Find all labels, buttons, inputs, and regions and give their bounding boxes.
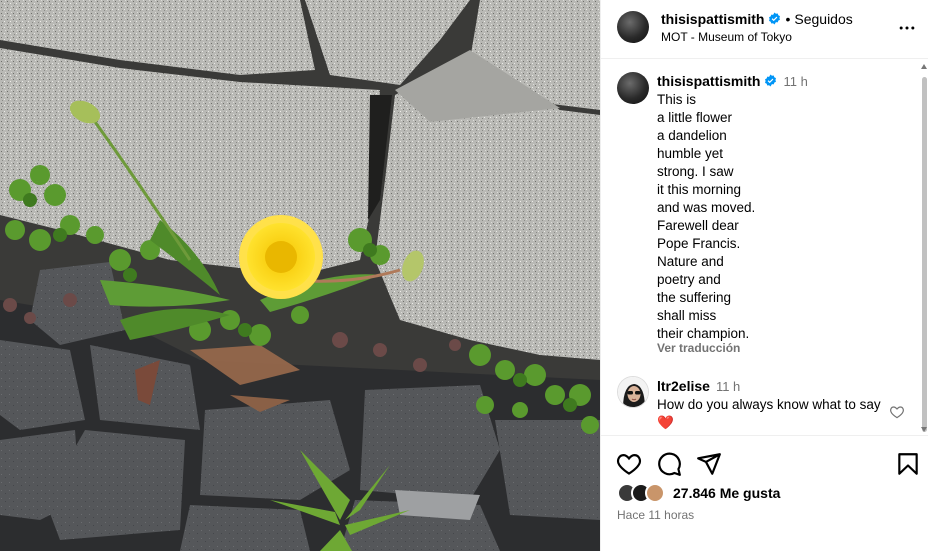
comment-like-heart-icon[interactable] [889,404,905,420]
post-header: thisispattismith • Seguidos MOT - Museum o… [601,0,928,59]
likes-count[interactable]: 27.846 Me gusta [673,485,780,501]
post-actions: 27.846 Me gusta Hace 11 horas [601,435,928,551]
separator-dot: • [785,11,791,27]
scroll-thumb[interactable] [922,77,927,432]
post-sidebar: thisispattismith • Seguidos MOT - Museum o… [600,0,928,551]
caption-line: shall miss [657,308,717,323]
following-button[interactable]: Seguidos [794,11,852,27]
comments-scrollbar[interactable] [920,60,928,435]
liker-avatar [645,483,665,503]
scroll-up-arrow-icon[interactable] [921,64,927,69]
see-translation-link[interactable]: Ver traducción [657,341,740,355]
caption-line: Nature and [657,254,724,269]
caption-head: thisispattismith 11 h [657,73,808,89]
verified-badge-icon [769,12,781,25]
caption-line: and was moved. [657,200,756,215]
save-button[interactable] [895,451,921,477]
caption-line: the suffering [657,290,732,305]
author-avatar[interactable] [617,11,649,43]
like-button[interactable] [616,451,642,477]
dandelion-flower [239,215,323,299]
caption-line: a dandelion [657,128,727,143]
caption-text: This is a little flower a dandelion humb… [657,91,907,343]
caption-line: Pope Francis. [657,236,741,251]
post-photo[interactable] [0,0,600,551]
comment-text: How do you always know what to say ❤️ [657,397,881,430]
post-location[interactable]: MOT - Museum of Tokyo [661,30,792,44]
verified-badge-icon [765,74,777,87]
liker-avatars [617,483,671,503]
more-horizontal-icon[interactable] [897,18,917,38]
caption-author-username[interactable]: thisispattismith [657,73,760,89]
caption-line: strong. I saw [657,164,734,179]
post-timestamp[interactable]: Hace 11 horas [617,508,694,522]
commenter-photo [618,377,648,407]
caption-line: humble yet [657,146,724,161]
heart-icon [616,454,642,475]
scroll-down-arrow-icon[interactable] [921,427,927,432]
caption-line: poetry and [657,272,721,287]
caption-line: Farewell dear [657,218,739,233]
commenter-avatar[interactable] [617,376,649,408]
cobblestone [180,505,310,551]
caption-author-avatar[interactable] [617,72,649,104]
commenter-username[interactable]: ltr2elise [657,378,710,394]
caption-time[interactable]: 11 h [783,74,807,89]
author-username[interactable]: thisispattismith [661,11,764,27]
comment-icon [658,452,681,476]
comment-head: ltr2elise 11 h [657,378,740,394]
comment-time[interactable]: 11 h [716,379,740,394]
comment-button[interactable] [656,451,682,477]
caption-line: it this morning [657,182,742,197]
comments-section: thisispattismith 11 h This is a little fl… [601,60,921,435]
dandelion-photo [0,0,600,551]
share-button[interactable] [696,451,722,477]
share-icon [697,453,721,475]
bookmark-icon [898,453,918,475]
header-author-line: thisispattismith • Seguidos [661,11,853,27]
cobblestone [495,420,600,520]
caption-line: a little flower [657,110,733,125]
caption-line: This is [657,92,697,107]
